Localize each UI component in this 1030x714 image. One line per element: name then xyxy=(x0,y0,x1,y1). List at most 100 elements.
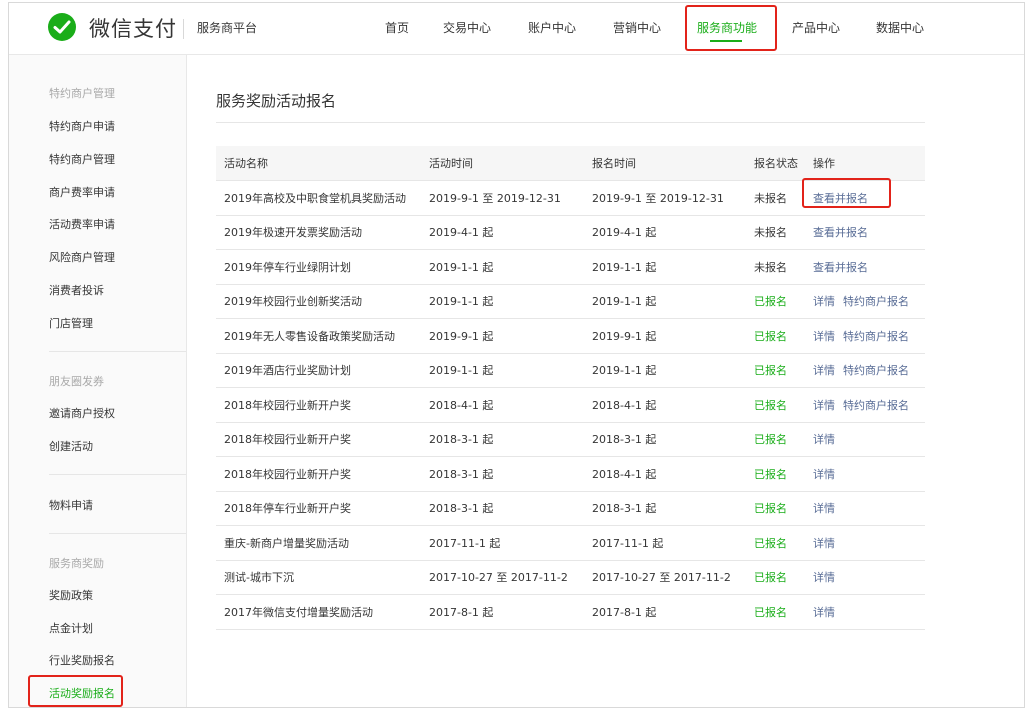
cell-signup-time: 2018-3-1 起 xyxy=(584,422,746,457)
sidebar-item-rate-apply[interactable]: 商户费率申请 xyxy=(49,184,115,200)
cell-activity-time: 2019-1-1 起 xyxy=(421,284,584,319)
details-link[interactable]: 详情 xyxy=(813,330,835,343)
top-header: 微信支付 服务商平台 首页 交易中心 账户中心 营销中心 服务商功能 产品中心 … xyxy=(9,3,1024,55)
app-window: 微信支付 服务商平台 首页 交易中心 账户中心 营销中心 服务商功能 产品中心 … xyxy=(8,2,1025,708)
merchant-signup-link[interactable]: 特约商户报名 xyxy=(843,295,909,308)
nav-transaction-center[interactable]: 交易中心 xyxy=(443,19,491,36)
sidebar-item-invite-auth[interactable]: 邀请商户授权 xyxy=(49,405,115,421)
sidebar-item-activity-rate[interactable]: 活动费率申请 xyxy=(49,216,115,232)
cell-signup-time-text: 2017-11-1 起 xyxy=(592,536,664,550)
details-link[interactable]: 详情 xyxy=(813,606,835,619)
merchant-signup-link[interactable]: 特约商户报名 xyxy=(843,399,909,412)
view-and-signup-link[interactable]: 查看并报名 xyxy=(813,192,868,205)
cell-status-text: 未报名 xyxy=(754,260,787,274)
sidebar: 特约商户管理 特约商户申请 特约商户管理 商户费率申请 活动费率申请 风险商户管… xyxy=(9,55,187,707)
brand-name: 微信支付 xyxy=(89,17,177,41)
nav-account-center[interactable]: 账户中心 xyxy=(528,19,576,36)
cell-activity-name-text: 测试-城市下沉 xyxy=(224,571,294,585)
page-title: 服务奖励活动报名 xyxy=(216,92,337,110)
cell-signup-time-text: 2019-4-1 起 xyxy=(592,226,657,240)
table-body: 2019年高校及中职食堂机具奖励活动 2019-9-1 至 2019-12-31 2… xyxy=(216,180,925,630)
sidebar-item-complaints[interactable]: 消费者投诉 xyxy=(49,282,104,298)
cell-status: 已报名 xyxy=(746,594,805,630)
nav-data-center[interactable]: 数据中心 xyxy=(876,19,924,36)
cell-status: 已报名 xyxy=(746,560,805,595)
cell-actions: 详情 xyxy=(805,594,925,630)
cell-status: 未报名 xyxy=(746,249,805,285)
cell-activity-time-text: 2018-4-1 起 xyxy=(429,398,494,412)
title-divider xyxy=(216,122,925,123)
view-and-signup-link[interactable]: 查看并报名 xyxy=(813,226,868,239)
sidebar-item-reward-policy[interactable]: 奖励政策 xyxy=(49,587,93,603)
cell-activity-name-text: 2018年停车行业新开户奖 xyxy=(224,502,351,516)
cell-actions: 详情 特约商户报名 xyxy=(805,353,925,388)
cell-signup-time: 2018-4-1 起 xyxy=(584,456,746,492)
cell-signup-time: 2018-3-1 起 xyxy=(584,491,746,526)
details-link[interactable]: 详情 xyxy=(813,537,835,550)
cell-activity-time: 2019-4-1 起 xyxy=(421,215,584,250)
cell-activity-name: 2019年停车行业绿阴计划 xyxy=(216,249,421,285)
sidebar-item-gold-plan[interactable]: 点金计划 xyxy=(49,620,93,636)
details-link[interactable]: 详情 xyxy=(813,468,835,481)
sidebar-item-risk-merchant[interactable]: 风险商户管理 xyxy=(49,249,115,265)
cell-activity-time: 2018-4-1 起 xyxy=(421,387,584,423)
cell-status: 已报名 xyxy=(746,491,805,526)
cell-activity-name-text: 2019年酒店行业奖励计划 xyxy=(224,364,351,378)
cell-signup-time-text: 2019-1-1 起 xyxy=(592,364,657,378)
nav-marketing-center[interactable]: 营销中心 xyxy=(613,19,661,36)
cell-actions: 详情 特约商户报名 xyxy=(805,318,925,354)
sidebar-item-merchant-manage[interactable]: 特约商户管理 xyxy=(49,151,115,167)
view-and-signup-link[interactable]: 查看并报名 xyxy=(813,261,868,274)
cell-status-text: 已报名 xyxy=(754,571,787,585)
cell-signup-time: 2019-1-1 起 xyxy=(584,353,746,388)
cell-activity-time: 2017-10-27 至 2017-11-2 xyxy=(421,560,584,595)
cell-activity-time: 2019-9-1 至 2019-12-31 xyxy=(421,180,584,216)
table-row: 2018年停车行业新开户奖 2018-3-1 起 2018-3-1 起 已报名 详情 xyxy=(216,491,925,526)
details-link[interactable]: 详情 xyxy=(813,295,835,308)
cell-signup-time-text: 2019-1-1 起 xyxy=(592,260,657,274)
sidebar-item-merchant-apply[interactable]: 特约商户申请 xyxy=(49,118,115,134)
cell-signup-time: 2019-1-1 起 xyxy=(584,284,746,319)
sidebar-item-activity-reward[interactable]: 活动奖励报名 xyxy=(49,685,115,701)
nav-product-center[interactable]: 产品中心 xyxy=(792,19,840,36)
wechat-pay-logo-icon xyxy=(48,13,76,41)
sidebar-item-material-apply[interactable]: 物料申请 xyxy=(49,497,93,513)
cell-signup-time: 2019-9-1 起 xyxy=(584,318,746,354)
details-link[interactable]: 详情 xyxy=(813,399,835,412)
cell-activity-time: 2017-8-1 起 xyxy=(421,594,584,630)
cell-activity-name: 2019年酒店行业奖励计划 xyxy=(216,353,421,388)
cell-activity-time: 2019-1-1 起 xyxy=(421,249,584,285)
cell-signup-time-text: 2018-3-1 起 xyxy=(592,433,657,447)
cell-actions: 查看并报名 xyxy=(805,180,925,216)
table-row: 测试-城市下沉 2017-10-27 至 2017-11-2 2017-10-27 … xyxy=(216,560,925,595)
sidebar-item-industry-reward[interactable]: 行业奖励报名 xyxy=(49,652,115,668)
merchant-signup-link[interactable]: 特约商户报名 xyxy=(843,330,909,343)
merchant-signup-link[interactable]: 特约商户报名 xyxy=(843,364,909,377)
cell-signup-time: 2017-11-1 起 xyxy=(584,525,746,561)
cell-activity-name-text: 重庆-新商户增量奖励活动 xyxy=(224,536,349,550)
nav-provider-functions[interactable]: 服务商功能 xyxy=(697,19,757,36)
cell-status-text: 已报名 xyxy=(754,502,787,516)
cell-signup-time: 2018-4-1 起 xyxy=(584,387,746,423)
cell-status-text: 已报名 xyxy=(754,295,787,309)
column-header-status: 报名状态 xyxy=(746,146,805,181)
column-header-name: 活动名称 xyxy=(216,146,421,181)
cell-activity-name-text: 2018年校园行业新开户奖 xyxy=(224,467,351,481)
column-header-actions: 操作 xyxy=(805,146,925,181)
sidebar-item-create-activity[interactable]: 创建活动 xyxy=(49,438,93,454)
table-row: 2019年停车行业绿阴计划 2019-1-1 起 2019-1-1 起 未报名 查看并报… xyxy=(216,249,925,285)
details-link[interactable]: 详情 xyxy=(813,571,835,584)
cell-status-text: 已报名 xyxy=(754,467,787,481)
cell-activity-name: 2017年微信支付增量奖励活动 xyxy=(216,594,421,630)
details-link[interactable]: 详情 xyxy=(813,364,835,377)
sidebar-divider xyxy=(49,351,186,352)
details-link[interactable]: 详情 xyxy=(813,433,835,446)
sidebar-item-stores[interactable]: 门店管理 xyxy=(49,315,93,331)
cell-signup-time: 2019-9-1 至 2019-12-31 xyxy=(584,180,746,216)
details-link[interactable]: 详情 xyxy=(813,502,835,515)
cell-activity-time-text: 2018-3-1 起 xyxy=(429,467,494,481)
cell-signup-time: 2019-1-1 起 xyxy=(584,249,746,285)
table-row: 2018年校园行业新开户奖 2018-4-1 起 2018-4-1 起 已报名 详情 特约… xyxy=(216,387,925,423)
nav-home[interactable]: 首页 xyxy=(385,19,409,36)
active-nav-indicator xyxy=(710,40,742,42)
